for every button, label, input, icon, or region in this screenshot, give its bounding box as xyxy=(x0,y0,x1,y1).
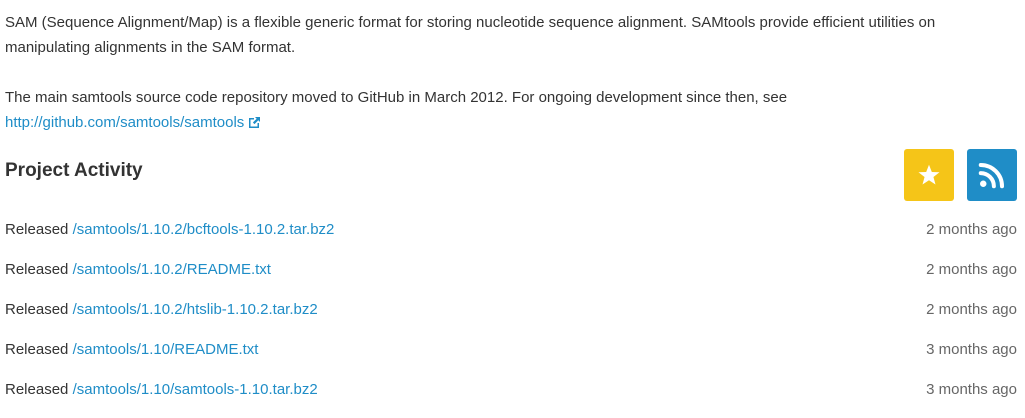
activity-file-link[interactable]: /samtools/1.10/samtools-1.10.tar.bz2 xyxy=(73,381,318,398)
activity-item: Released /samtools/1.10.2/htslib-1.10.2.… xyxy=(5,290,1017,330)
activity-prefix: Released xyxy=(5,221,69,238)
project-activity-header: Project Activity xyxy=(5,149,1017,201)
activity-time: 2 months ago xyxy=(926,261,1017,278)
activity-file-link[interactable]: /samtools/1.10/README.txt xyxy=(73,341,259,358)
github-paragraph: The main samtools source code repository… xyxy=(5,85,1017,137)
activity-list: Released /samtools/1.10.2/bcftools-1.10.… xyxy=(5,210,1017,410)
activity-time: 2 months ago xyxy=(926,221,1017,238)
github-repo-link[interactable]: http://github.com/samtools/samtools xyxy=(5,114,244,131)
activity-file-link[interactable]: /samtools/1.10.2/README.txt xyxy=(73,261,271,278)
star-icon xyxy=(918,164,940,185)
activity-item: Released /samtools/1.10.2/bcftools-1.10.… xyxy=(5,210,1017,250)
rss-icon xyxy=(978,163,1004,189)
activity-item: Released /samtools/1.10/samtools-1.10.ta… xyxy=(5,370,1017,410)
description-paragraph: SAM (Sequence Alignment/Map) is a flexib… xyxy=(5,14,936,56)
activity-item: Released /samtools/1.10/README.txt 3 mon… xyxy=(5,330,1017,370)
project-description: SAM (Sequence Alignment/Map) is a flexib… xyxy=(5,10,1017,137)
activity-time: 2 months ago xyxy=(926,301,1017,318)
external-link-icon xyxy=(248,112,261,137)
activity-prefix: Released xyxy=(5,301,69,318)
activity-time: 3 months ago xyxy=(926,381,1017,398)
project-activity-title: Project Activity xyxy=(5,160,143,181)
activity-prefix: Released xyxy=(5,261,69,278)
star-button[interactable] xyxy=(904,149,954,201)
activity-file-link[interactable]: /samtools/1.10.2/htslib-1.10.2.tar.bz2 xyxy=(73,301,318,318)
rss-feed-button[interactable] xyxy=(967,149,1017,201)
activity-time: 3 months ago xyxy=(926,341,1017,358)
github-note-text: The main samtools source code repository… xyxy=(5,89,788,106)
activity-prefix: Released xyxy=(5,381,69,398)
activity-item: Released /samtools/1.10.2/README.txt 2 m… xyxy=(5,250,1017,290)
activity-file-link[interactable]: /samtools/1.10.2/bcftools-1.10.2.tar.bz2 xyxy=(73,221,335,238)
activity-prefix: Released xyxy=(5,341,69,358)
